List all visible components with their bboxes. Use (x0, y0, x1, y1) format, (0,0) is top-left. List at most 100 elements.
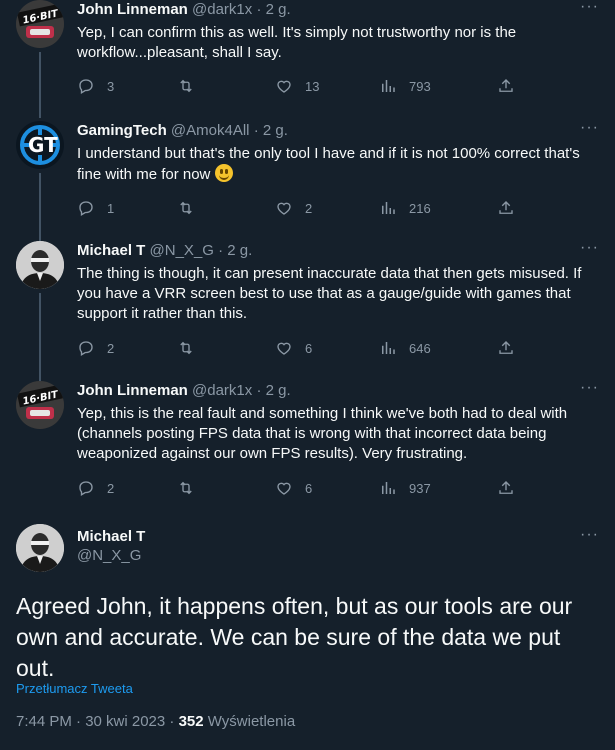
reply-icon (79, 341, 93, 356)
like-count: 6 (305, 480, 313, 496)
thread-line (39, 52, 41, 118)
timestamp[interactable]: 2 g. (263, 122, 288, 139)
reply-count: 2 (107, 480, 115, 496)
more-icon[interactable]: ··· (580, 240, 599, 256)
timestamp[interactable]: 2 g. (266, 382, 291, 399)
translate-link[interactable]: Przetłumacz Tweeta (16, 681, 133, 696)
handle[interactable]: @Amok4All (171, 122, 250, 139)
retweet-button[interactable] (177, 77, 207, 95)
handle[interactable]: @dark1x (192, 382, 252, 399)
action-bar: 1 2 216 (77, 199, 599, 219)
like-icon (277, 342, 291, 355)
reply-count: 3 (107, 78, 115, 94)
more-icon[interactable]: ··· (580, 380, 599, 396)
views-button[interactable]: 793 (379, 77, 431, 95)
views-count: 352 (178, 713, 204, 730)
thread-line (39, 173, 41, 239)
tweet-text: Yep, I can confirm this as well. It's si… (77, 24, 517, 61)
reply-tweet[interactable]: 16·BIT John Linneman @dark1x · 2 g. ··· … (0, 0, 615, 118)
timestamp[interactable]: 2 g. (227, 242, 252, 259)
like-icon (277, 482, 291, 495)
action-bar: 2 6 937 (77, 479, 599, 499)
reply-button[interactable]: 2 (77, 479, 114, 497)
more-icon[interactable]: ··· (580, 120, 599, 136)
thread-line (39, 293, 41, 366)
reply-button[interactable]: 1 (77, 199, 114, 217)
views-count: 793 (409, 78, 431, 94)
tweet-text-body: I understand but that's the only tool I … (77, 145, 580, 183)
timestamp[interactable]: 7:44 PM · 30 kwi 2023 · (16, 713, 179, 730)
reply-tweet[interactable]: Michael T @N_X_G · 2 g. ··· The thing is… (0, 239, 615, 366)
avatar[interactable]: GT (16, 121, 64, 169)
like-button[interactable]: 2 (275, 199, 312, 217)
share-button[interactable] (497, 479, 515, 497)
like-count: 2 (305, 200, 313, 216)
tweet-header: Michael T @N_X_G · 2 g. (77, 241, 599, 261)
avatar[interactable] (16, 524, 64, 572)
avatar[interactable]: 16·BIT (16, 381, 64, 429)
reply-icon (79, 79, 93, 94)
more-icon[interactable]: ··· (580, 0, 599, 15)
action-bar: 2 6 646 (77, 339, 599, 359)
views-button[interactable]: 216 (379, 199, 431, 217)
display-name[interactable]: John Linneman (77, 1, 188, 18)
smiley-emoji-icon (214, 164, 233, 182)
more-icon[interactable]: ··· (580, 527, 599, 543)
reply-button[interactable]: 3 (77, 77, 114, 95)
separator: · (253, 122, 259, 139)
share-icon (499, 79, 513, 92)
action-bar: 3 13 793 (77, 77, 599, 97)
thread-line (39, 366, 41, 381)
avatar[interactable]: 16·BIT (16, 0, 64, 48)
separator: · (218, 242, 224, 259)
display-name[interactable]: Michael T (77, 242, 145, 259)
handle[interactable]: @dark1x (192, 1, 252, 18)
author-block: Michael T @N_X_G (77, 528, 145, 564)
retweet-icon (180, 481, 192, 495)
tweet-text: Agreed John, it happens often, but as ou… (16, 593, 573, 681)
handle[interactable]: @N_X_G (150, 242, 214, 259)
like-icon (277, 202, 291, 215)
reply-tweet[interactable]: GT GamingTech @Amok4All · 2 g. ··· I und… (0, 120, 615, 239)
like-button[interactable]: 13 (275, 77, 319, 95)
share-button[interactable] (497, 339, 515, 357)
display-name[interactable]: John Linneman (77, 382, 188, 399)
tweet-text: I understand but that's the only tool I … (77, 144, 599, 185)
retweet-icon (180, 201, 192, 215)
like-button[interactable]: 6 (275, 339, 312, 357)
views-count: 216 (409, 200, 431, 216)
tweet-header: John Linneman @dark1x · 2 g. (77, 0, 599, 20)
share-icon (499, 481, 513, 494)
thread: 16·BIT John Linneman @dark1x · 2 g. ··· … (0, 0, 615, 750)
main-tweet: Michael T @N_X_G ··· Agreed John, it hap… (0, 520, 615, 750)
retweet-button[interactable] (177, 339, 207, 357)
retweet-button[interactable] (177, 199, 207, 217)
reply-count: 1 (107, 200, 115, 216)
like-button[interactable]: 6 (275, 479, 312, 497)
reply-tweet[interactable]: 16·BIT John Linneman @dark1x · 2 g. ··· … (0, 366, 615, 506)
display-name[interactable]: GamingTech (77, 122, 167, 139)
handle[interactable]: @N_X_G (77, 547, 145, 564)
views-button[interactable]: 646 (379, 339, 431, 357)
reply-button[interactable]: 2 (77, 339, 114, 357)
like-count: 13 (305, 78, 320, 94)
views-label: Wyświetlenia (203, 713, 296, 730)
tweet-text: Yep, this is the real fault and somethin… (77, 405, 568, 462)
timestamp[interactable]: 2 g. (266, 1, 291, 18)
tweet-text: The thing is though, it can present inac… (77, 265, 582, 322)
reply-icon (79, 201, 93, 216)
share-button[interactable] (497, 199, 515, 217)
retweet-icon (180, 79, 192, 93)
retweet-button[interactable] (177, 479, 207, 497)
avatar[interactable] (16, 241, 64, 289)
display-name[interactable]: Michael T (77, 528, 145, 545)
tweet-header: John Linneman @dark1x · 2 g. (77, 381, 599, 401)
share-icon (499, 341, 513, 354)
share-button[interactable] (497, 77, 515, 95)
views-button[interactable]: 937 (379, 479, 431, 497)
tweet-meta: 7:44 PM · 30 kwi 2023 · 352 Wyświetlenia (16, 713, 295, 730)
reply-icon (79, 481, 93, 496)
views-count: 646 (409, 340, 431, 356)
separator: · (256, 1, 262, 18)
views-icon (382, 482, 395, 494)
